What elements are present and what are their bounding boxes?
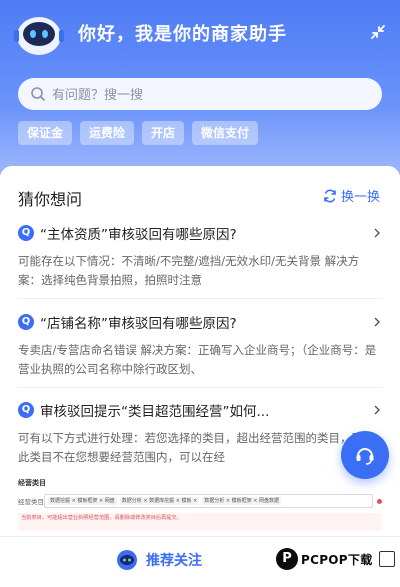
refresh-button[interactable]: 换一换 — [323, 186, 380, 205]
chip-shipping-insurance[interactable]: 运费险 — [80, 121, 135, 145]
recommend-follow-button[interactable]: 推荐关注 — [116, 549, 202, 571]
screenshot-field-label: 经营类目 — [18, 498, 44, 506]
screenshot-tag: 数据分析 × 模板框架 × 网盘数据 — [202, 497, 282, 505]
customer-service-button[interactable] — [341, 431, 389, 479]
refresh-label: 换一换 — [340, 190, 380, 205]
search-icon — [31, 87, 45, 101]
screenshot-section-title: 经营类目 — [18, 479, 46, 487]
keyboard-icon[interactable] — [378, 551, 395, 567]
search-bar[interactable] — [18, 78, 382, 112]
question-title: “主体资质”审核驳回有哪些原因? — [40, 227, 237, 243]
chip-wechat-pay[interactable]: 微信支付 — [192, 121, 259, 145]
refresh-icon — [324, 189, 336, 202]
screenshot-warning: 当前类目，可能超出营业执照经营范围，请删除或修改类目后再提交。 — [18, 513, 382, 531]
greeting-title: 你好，我是你的商家助手 — [78, 24, 287, 45]
guess-card: 猜你想问 换一换 Q “主体资质”审核驳回有哪些原因? 可能存在以下情况：不清晰… — [0, 166, 400, 586]
collapse-icon[interactable] — [370, 24, 386, 40]
watermark-text: PCPOP下载 — [301, 552, 373, 567]
watermark-logo: P — [276, 548, 298, 570]
question-icon: Q — [18, 225, 34, 241]
screenshot-tag: 数据分析 × 数据库挖掘 × 模板 × — [119, 497, 200, 505]
quick-topic-chips: 保证金 运费险 开店 微信支付 — [18, 121, 259, 145]
robot-icon — [117, 550, 137, 570]
chip-open-store[interactable]: 开店 — [142, 121, 185, 145]
headset-icon — [356, 448, 374, 465]
question-answer-preview: 可能存在以下情况：不清晰/不完整/遮挡/无效水印/无关背景 解决方案：选择纯色背… — [18, 254, 360, 287]
chevron-right-icon — [374, 405, 380, 415]
question-title: “店铺名称”审核驳回有哪些原因? — [40, 316, 237, 332]
header-banner: 你好，我是你的商家助手 保证金 运费险 开店 微信支付 — [0, 0, 400, 175]
question-answer-preview: 可有以下方式进行处理：若您选择的类目，超出经营范围的类目，同时此类目不在您想要经… — [18, 431, 375, 464]
chevron-right-icon — [374, 317, 380, 327]
question-item[interactable]: Q 审核驳回提示“类目超范围经营”如何... 可有以下方式进行处理：若您选择的类… — [18, 399, 382, 467]
question-title: 审核驳回提示“类目超范围经营”如何... — [40, 404, 270, 420]
card-title: 猜你想问 — [18, 190, 83, 209]
divider — [18, 387, 382, 388]
question-icon: Q — [18, 314, 34, 330]
robot-avatar-icon — [14, 17, 64, 55]
question-icon: Q — [18, 402, 34, 418]
screenshot-category-box: 数据挖掘 × 模板框架 × 网盘 数据分析 × 数据库挖掘 × 模板 × 数据分… — [44, 494, 373, 508]
chevron-right-icon — [374, 228, 380, 238]
question-answer-preview: 专卖店/专营店命名错误 解决方案：正确写入企业商号；（企业商号：是营业执照的公司… — [18, 343, 377, 376]
question-item[interactable]: Q “主体资质”审核驳回有哪些原因? 可能存在以下情况：不清晰/不完整/遮挡/无… — [18, 222, 382, 290]
chip-deposit[interactable]: 保证金 — [18, 121, 73, 145]
question-item[interactable]: Q “店铺名称”审核驳回有哪些原因? 专卖店/专营店命名错误 解决方案：正确写入… — [18, 311, 382, 379]
divider — [18, 298, 382, 299]
error-dot-icon — [377, 498, 382, 504]
search-input[interactable] — [50, 78, 374, 112]
watermark: P PCPOP下载 — [276, 548, 395, 570]
screenshot-tag: 数据挖掘 × 模板框架 × 网盘 — [48, 497, 117, 505]
recommend-follow-label: 推荐关注 — [146, 553, 202, 569]
